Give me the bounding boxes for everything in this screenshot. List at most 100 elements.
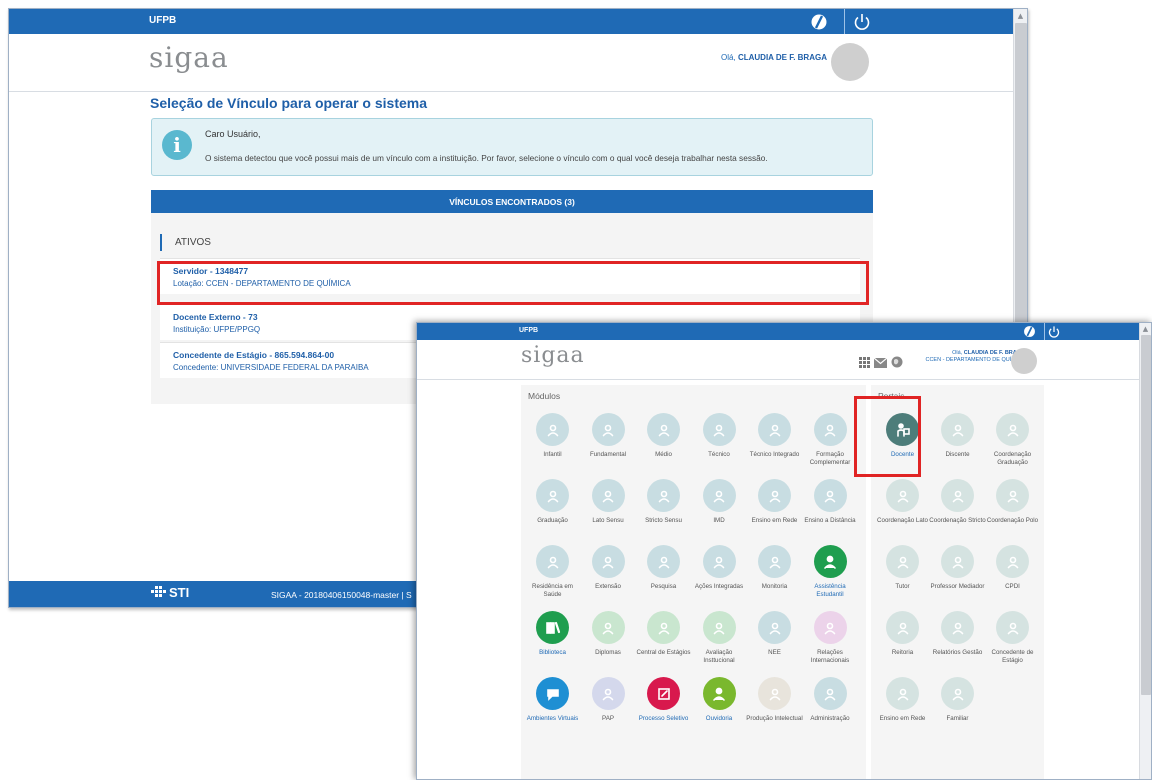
fundamental-icon[interactable] [591, 413, 625, 446]
avatar[interactable] [831, 43, 869, 81]
module-ensino-a-distancia[interactable]: Ensino a Distância [803, 479, 858, 525]
module-label[interactable]: Médio [635, 451, 693, 459]
module-label[interactable]: Ensino em Rede [746, 517, 804, 525]
medio-icon[interactable] [647, 413, 680, 446]
module-ensino-em-rede[interactable]: Ensino em Rede [747, 479, 802, 525]
module-ouvidoria[interactable]: Ouvidoria [692, 677, 747, 723]
formacao-complementar-icon[interactable] [813, 413, 847, 446]
sigaa-logo[interactable]: sigaa [521, 343, 585, 368]
module-label[interactable]: Lato Sensu [579, 517, 637, 525]
module-label[interactable]: Relações Internacionais [801, 649, 859, 665]
module-label[interactable]: Monitoria [746, 583, 804, 591]
module-label[interactable]: Graduação [524, 517, 582, 525]
module-processo-seletivo[interactable]: Processo Seletivo [636, 677, 691, 723]
portal-coordenacao-lato[interactable]: Coordenação Lato [875, 479, 930, 525]
acoes-integradas-icon[interactable] [702, 545, 736, 578]
tecnico-icon[interactable] [702, 413, 736, 446]
portal-label[interactable]: Professor Mediador [929, 583, 987, 591]
power-icon[interactable] [1046, 324, 1061, 339]
module-label[interactable]: Formação Complementar [801, 451, 859, 467]
vinculo-title[interactable]: Docente Externo - 73 [173, 312, 258, 322]
module-avaliacao-insttucional[interactable]: Avaliação Insttucional [692, 611, 747, 665]
portal-professor-mediador[interactable]: Professor Mediador [930, 545, 985, 591]
module-label[interactable]: Ensino a Distância [801, 517, 859, 525]
monitoria-icon[interactable] [758, 545, 791, 578]
professor-mediador-icon[interactable] [941, 545, 974, 578]
administracao-icon[interactable] [813, 677, 847, 710]
module-administracao[interactable]: Administração [803, 677, 858, 723]
module-biblioteca[interactable]: Biblioteca [525, 611, 580, 657]
vinculo-title[interactable]: Concedente de Estágio - 865.594.864-00 [173, 350, 334, 360]
portal-label[interactable]: Discente [929, 451, 987, 459]
module-label[interactable]: Assistência Estudantil [801, 583, 859, 599]
portal-label[interactable]: Concedente de Estágio [984, 649, 1042, 665]
module-fundamental[interactable]: Fundamental [581, 413, 636, 459]
module-label[interactable]: Biblioteca [524, 649, 582, 657]
ead-icon[interactable] [813, 479, 847, 512]
portal-label[interactable]: CPDI [984, 583, 1042, 591]
contrast-icon[interactable] [1022, 324, 1037, 339]
module-ambientes-virtuais[interactable]: Ambientes Virtuais [525, 677, 580, 723]
biblioteca-icon[interactable] [536, 611, 569, 644]
stricto-sensu-icon[interactable] [647, 479, 680, 512]
relatorios-icon[interactable] [941, 611, 974, 644]
module-label[interactable]: Central de Estágios [635, 649, 693, 657]
module-monitoria[interactable]: Monitoria [747, 545, 802, 591]
portal-concedente-de-estagio[interactable]: Concedente de Estágio [985, 611, 1040, 665]
scroll-thumb[interactable] [1141, 335, 1151, 695]
scroll-up-icon[interactable]: ▲ [1140, 323, 1151, 335]
tecnico-integrado-icon[interactable] [758, 413, 791, 446]
imd-icon[interactable] [702, 479, 736, 512]
module-residencia-em-saude[interactable]: Residência em Saúde [525, 545, 580, 599]
portal-label[interactable]: Coordenação Polo [984, 517, 1042, 525]
portal-reitoria[interactable]: Reitoria [875, 611, 930, 657]
portal-label[interactable]: Relatórios Gestão [929, 649, 987, 657]
tutor-icon[interactable] [886, 545, 919, 578]
residencia-icon[interactable] [536, 545, 569, 578]
central-estagios-icon[interactable] [647, 611, 680, 644]
module-label[interactable]: Pesquisa [635, 583, 693, 591]
module-label[interactable]: Administração [801, 715, 859, 723]
module-extensao[interactable]: Extensão [581, 545, 636, 591]
portal-cpdi[interactable]: CPDI [985, 545, 1040, 591]
discente-icon[interactable] [941, 413, 974, 446]
module-label[interactable]: Extensão [579, 583, 637, 591]
module-label[interactable]: NEE [746, 649, 804, 657]
extensao-icon[interactable] [591, 545, 625, 578]
portal-coordenacao-polo[interactable]: Coordenação Polo [985, 479, 1040, 525]
module-pesquisa[interactable]: Pesquisa [636, 545, 691, 591]
module-label[interactable]: Ambientes Virtuais [524, 715, 582, 723]
mail-icon[interactable] [873, 353, 888, 372]
portal-coordenacao-graduacao[interactable]: Coordenação Graduação [985, 413, 1040, 467]
module-label[interactable]: Stricto Sensu [635, 517, 693, 525]
module-formacao-complementar[interactable]: Formação Complementar [803, 413, 858, 467]
module-assistencia-estudantil[interactable]: Assistência Estudantil [803, 545, 858, 599]
module-tecnico[interactable]: Técnico [692, 413, 747, 459]
module-pap[interactable]: PAP [581, 677, 636, 723]
coord-lato-icon[interactable] [886, 479, 919, 512]
ensino-rede-icon[interactable] [758, 479, 791, 512]
apps-grid-icon[interactable] [859, 353, 870, 372]
module-graduacao[interactable]: Graduação [525, 479, 580, 525]
portal-tutor[interactable]: Tutor [875, 545, 930, 591]
module-label[interactable]: IMD [690, 517, 748, 525]
module-label[interactable]: Ouvidoria [690, 715, 748, 723]
module-medio[interactable]: Médio [636, 413, 691, 459]
diplomas-icon[interactable] [591, 611, 625, 644]
module-label[interactable]: Técnico [690, 451, 748, 459]
pap-icon[interactable] [591, 677, 625, 710]
relacoes-icon[interactable] [813, 611, 847, 644]
avatar[interactable] [1011, 348, 1037, 374]
module-label[interactable]: Processo Seletivo [635, 715, 693, 723]
cpdi-icon[interactable] [996, 545, 1029, 578]
sigaa-logo[interactable]: sigaa [149, 41, 229, 74]
module-central-de-estagios[interactable]: Central de Estágios [636, 611, 691, 657]
module-imd[interactable]: IMD [692, 479, 747, 525]
portal-ensino-em-rede[interactable]: Ensino em Rede [875, 677, 930, 723]
portal-relatorios-gestao[interactable]: Relatórios Gestão [930, 611, 985, 657]
module-label[interactable]: Avaliação Insttucional [690, 649, 748, 665]
portal-label[interactable]: Coordenação Graduação [984, 451, 1042, 467]
graduacao-icon[interactable] [536, 479, 569, 512]
lato-sensu-icon[interactable] [591, 479, 625, 512]
coord-stricto-icon[interactable] [941, 479, 974, 512]
